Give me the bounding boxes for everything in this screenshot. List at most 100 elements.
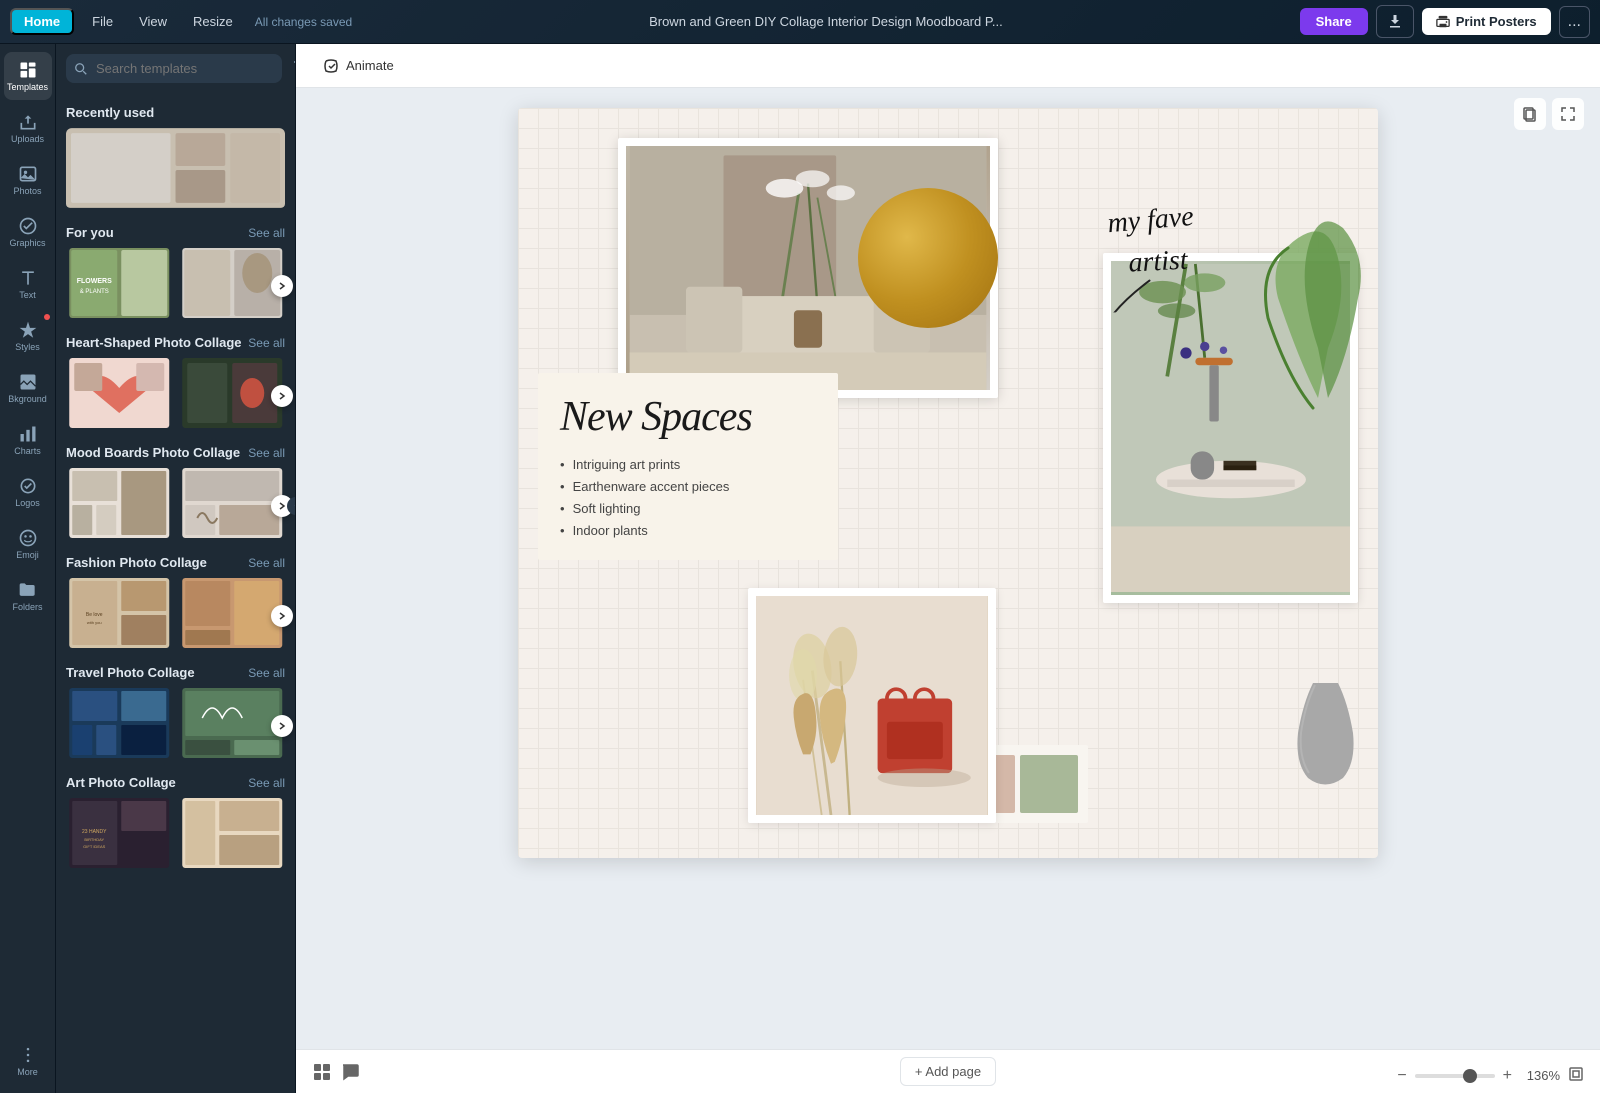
chevron-right-icon4 [277,611,287,621]
fit-page-button[interactable] [1568,1066,1584,1085]
canvas-controls-top [1514,98,1584,130]
sidebar-uploads-label: Uploads [11,134,44,144]
search-bar [56,44,295,93]
for-you-next[interactable] [271,275,293,297]
bullet-item-1: •Intriguing art prints [560,457,816,472]
heart-shaped-title: Heart-Shaped Photo Collage [66,335,242,350]
search-icon [74,62,88,76]
template-item-travel1[interactable] [66,688,173,763]
zoom-out-button[interactable]: − [1397,1067,1406,1085]
grid-view-button[interactable] [312,1062,332,1085]
for-you-title: For you [66,225,114,240]
photo-bottom-items[interactable] [748,588,996,823]
art-see-all[interactable]: See all [248,776,285,790]
template-thumb-person [179,248,286,318]
copy-button[interactable] [1514,98,1546,130]
bullet-list: •Intriguing art prints •Earthenware acce… [560,457,816,538]
sidebar-item-templates[interactable]: Templates [4,52,52,100]
sidebar-item-charts[interactable]: Charts [4,416,52,464]
fashion-next[interactable] [271,605,293,627]
resize-menu[interactable]: Resize [185,10,241,33]
svg-text:23 HANDY: 23 HANDY [82,829,107,835]
sidebar-item-uploads[interactable]: Uploads [4,104,52,152]
add-page-button[interactable]: + Add page [900,1057,996,1086]
heart-shaped-grid [66,358,285,433]
bullet-item-2: •Earthenware accent pieces [560,479,816,494]
for-you-see-all[interactable]: See all [248,226,285,240]
print-button[interactable]: Print Posters [1422,8,1551,35]
zoom-in-button[interactable]: + [1503,1067,1512,1085]
template-item-fashion2[interactable] [179,578,286,653]
template-thumb-recent [66,128,285,208]
recently-used-header: Recently used [66,105,285,120]
sidebar-item-folders[interactable]: Folders [4,572,52,620]
svg-text:Be love: Be love [86,612,103,618]
fit-page-icon [1568,1066,1584,1082]
art-grid: 23 HANDY BIRTHDAY GIFT IDEAS [66,798,285,873]
bottom-page-controls [312,1062,360,1085]
for-you-header: For you See all [66,225,285,240]
template-item-recent[interactable] [66,128,285,213]
template-item-travel2[interactable] [179,688,286,763]
template-item-mood2[interactable] [179,468,286,543]
heart-shaped-next[interactable] [271,385,293,407]
items-image [756,596,988,815]
sidebar-item-photos[interactable]: Photos [4,156,52,204]
sidebar-item-logos[interactable]: Logos [4,468,52,516]
heart-shaped-see-all[interactable]: See all [248,336,285,350]
sidebar-item-text[interactable]: Text [4,260,52,308]
sidebar-logos-label: Logos [15,498,40,508]
canvas-scroll[interactable]: my fave artist [296,88,1600,1049]
svg-text:BIRTHDAY: BIRTHDAY [84,837,104,842]
fashion-title: Fashion Photo Collage [66,555,207,570]
download-button[interactable] [1376,5,1414,38]
view-menu[interactable]: View [131,10,175,33]
template-thumb-fashion1: Be love with you [66,578,173,648]
template-item-heart1[interactable] [66,358,173,433]
animate-button[interactable]: Animate [312,51,404,81]
svg-text:GIFT IDEAS: GIFT IDEAS [83,844,105,849]
new-spaces-title: New Spaces [560,395,816,439]
more-options-button[interactable]: ... [1559,6,1590,38]
template-item-person[interactable] [179,248,286,323]
home-button[interactable]: Home [10,8,74,35]
search-input[interactable] [66,54,282,83]
share-button[interactable]: Share [1300,8,1368,35]
template-thumb-flowers: FLOWERS & PLANTS [66,248,173,318]
sidebar-item-graphics[interactable]: Graphics [4,208,52,256]
template-item-fashion1[interactable]: Be love with you [66,578,173,653]
expand-icon [1560,106,1576,122]
plant-leaves [1258,218,1378,423]
template-thumb-art2 [179,798,286,868]
sidebar-item-emoji[interactable]: Emoji [4,520,52,568]
mood-boards-see-all[interactable]: See all [248,446,285,460]
svg-text:& PLANTS: & PLANTS [80,289,109,295]
template-item-mood1[interactable] [66,468,173,543]
filter-button[interactable] [288,54,296,83]
file-menu[interactable]: File [84,10,121,33]
moodboard: my fave artist [518,108,1378,858]
chevron-right-icon5 [277,721,287,731]
template-thumb-travel1 [66,688,173,758]
travel-header: Travel Photo Collage See all [66,665,285,680]
comment-icon [340,1062,360,1082]
expand-button[interactable] [1552,98,1584,130]
template-item-art1[interactable]: 23 HANDY BIRTHDAY GIFT IDEAS [66,798,173,873]
travel-see-all[interactable]: See all [248,666,285,680]
comment-button[interactable] [340,1062,360,1085]
sidebar-item-bkground[interactable]: Bkground [4,364,52,412]
zoom-slider[interactable] [1415,1074,1495,1078]
sidebar-item-styles[interactable]: Styles [4,312,52,360]
art-section: 23 HANDY BIRTHDAY GIFT IDEAS [66,798,285,873]
template-item-heart2[interactable] [179,358,286,433]
travel-next[interactable] [271,715,293,737]
template-item-flowers[interactable]: FLOWERS & PLANTS [66,248,173,323]
swatch-sage [1020,755,1078,813]
template-item-art2[interactable] [179,798,286,873]
fashion-see-all[interactable]: See all [248,556,285,570]
plant-leaves-svg [1258,218,1378,418]
zoom-slider-thumb[interactable] [1463,1069,1477,1083]
sidebar-item-more[interactable]: More [4,1037,52,1085]
canvas-area: Animate [296,44,1600,1093]
bullet-item-3: •Soft lighting [560,501,816,516]
